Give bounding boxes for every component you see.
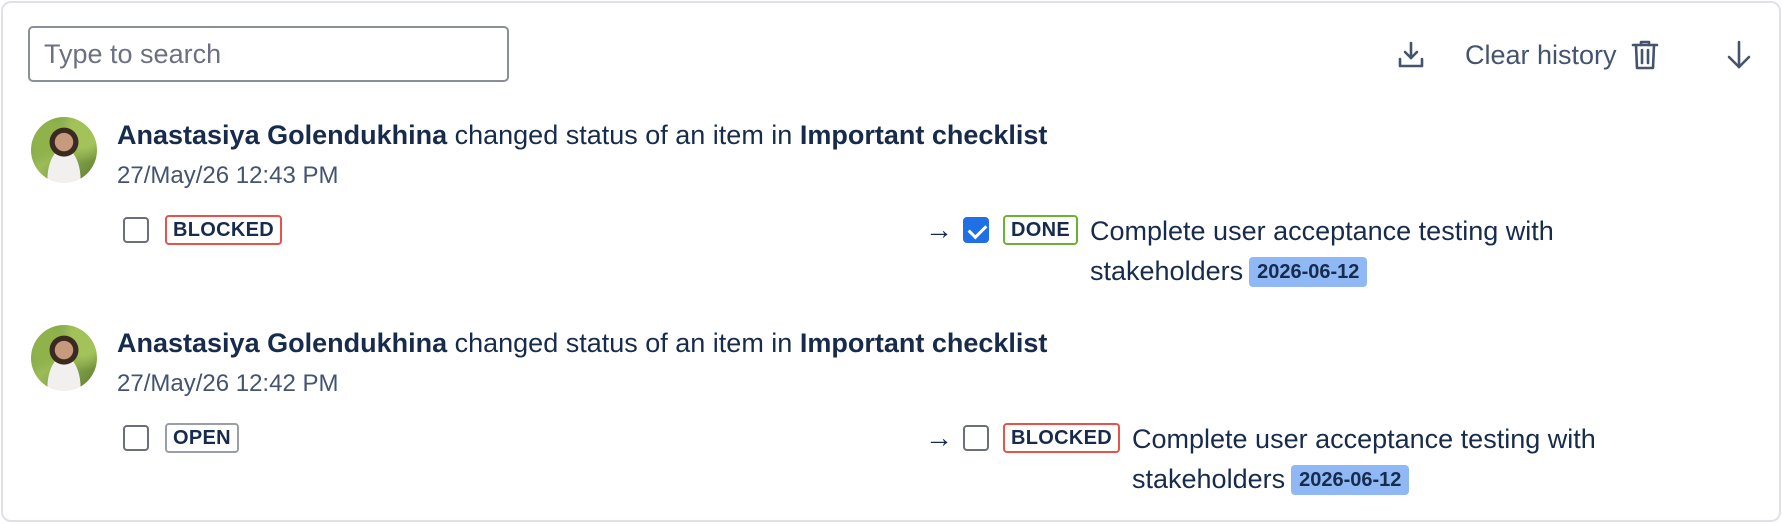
item-text-line-2: stakeholders [1132,464,1286,494]
sort-order-button[interactable] [1717,27,1761,83]
item-text-line-1: Complete user acceptance testing with [1090,216,1554,246]
entry-timestamp: 27/May/26 12:42 PM [117,370,339,397]
item-text-line-1: Complete user acceptance testing with [1132,424,1596,454]
entry-headline: Anastasiya Golendukhina changed status o… [117,115,1047,155]
checklist-item-text: Complete user acceptance testing with st… [1090,211,1554,291]
history-panel: Clear history Ana [1,1,1781,522]
trash-icon [1631,39,1659,71]
old-state-checkbox [123,425,149,451]
change-arrow: → [925,214,953,245]
checklist-name: Important checklist [799,120,1048,150]
due-date-badge: 2026-06-12 [1291,465,1410,495]
user-name[interactable]: Anastasiya Golendukhina [117,120,447,150]
clear-history-label: Clear history [1465,39,1617,70]
clear-history-button[interactable]: Clear history [1465,27,1659,83]
old-status-lozenge: OPEN [165,423,239,453]
new-state-checkbox [963,217,989,243]
new-state-checkbox [963,425,989,451]
arrow-down-icon [1726,39,1752,71]
avatar[interactable] [31,117,97,183]
checklist-name: Important checklist [799,328,1048,358]
action-text: changed status of an item in [454,328,793,358]
entry-timestamp: 27/May/26 12:43 PM [117,162,339,189]
item-text-line-2: stakeholders [1090,256,1244,286]
history-toolbar: Clear history [3,3,1779,103]
due-date-badge: 2026-06-12 [1249,257,1368,287]
new-status-lozenge: DONE [1003,215,1078,245]
checklist-item-text: Complete user acceptance testing with st… [1132,419,1596,499]
new-status-lozenge: BLOCKED [1003,423,1120,453]
change-arrow: → [925,422,953,453]
old-status-lozenge: BLOCKED [165,215,282,245]
export-button[interactable] [1389,27,1433,83]
download-icon [1396,40,1426,70]
entry-headline: Anastasiya Golendukhina changed status o… [117,323,1047,363]
avatar[interactable] [31,325,97,391]
old-state-checkbox [123,217,149,243]
action-text: changed status of an item in [454,120,793,150]
search-input[interactable] [28,26,509,82]
user-name[interactable]: Anastasiya Golendukhina [117,328,447,358]
